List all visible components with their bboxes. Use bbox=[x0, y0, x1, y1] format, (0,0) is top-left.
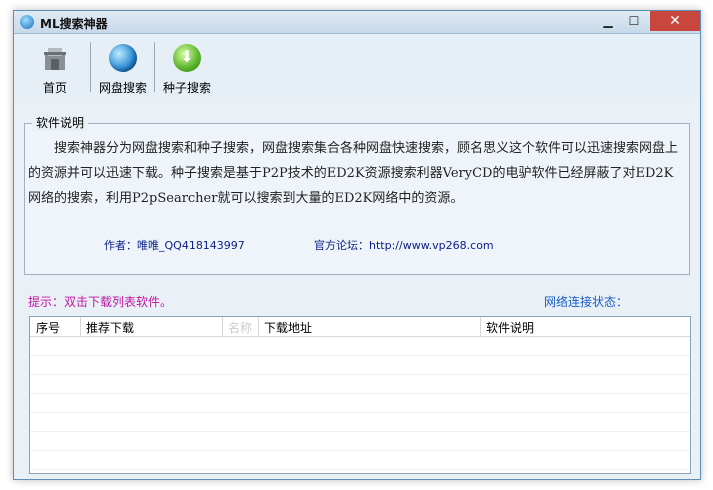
netdisk-search-label: 网盘搜索 bbox=[98, 81, 147, 95]
home-button[interactable]: 首页 bbox=[24, 40, 86, 96]
column-divider[interactable] bbox=[80, 317, 81, 336]
title-bar[interactable]: ML搜索神器 ▁ ☐ ✕ bbox=[14, 11, 700, 34]
row-gridline bbox=[30, 355, 690, 356]
home-label: 首页 bbox=[42, 81, 67, 95]
row-gridline bbox=[30, 469, 690, 470]
app-logo-icon bbox=[20, 15, 34, 29]
about-description: 搜索神器分为网盘搜索和种子搜索，网盘搜索集合各种网盘快速搜索，顾名思义这个软件可… bbox=[28, 141, 679, 206]
row-gridline bbox=[30, 412, 690, 413]
download-list[interactable]: 序号 推荐下载 名称 下载地址 软件说明 bbox=[29, 316, 691, 474]
globe-icon bbox=[109, 44, 137, 72]
author-value: 唯唯_QQ418143997 bbox=[137, 239, 245, 252]
column-header[interactable]: 软件说明 bbox=[486, 319, 534, 336]
netdisk-search-button[interactable]: 网盘搜索 bbox=[92, 40, 154, 96]
network-status-label: 网络连接状态： bbox=[544, 295, 629, 309]
toolbar-divider bbox=[154, 42, 155, 92]
column-header[interactable]: 推荐下载 bbox=[86, 319, 134, 336]
column-header[interactable]: 下载地址 bbox=[264, 319, 312, 336]
row-gridline bbox=[30, 393, 690, 394]
close-button[interactable]: ✕ bbox=[650, 11, 700, 31]
torrent-search-label: 种子搜索 bbox=[162, 81, 211, 95]
home-icon bbox=[44, 48, 66, 70]
row-gridline bbox=[30, 374, 690, 375]
column-header[interactable]: 序号 bbox=[36, 319, 60, 336]
toolbar: 首页 网盘搜索 种子搜索 bbox=[14, 34, 700, 98]
forum-info[interactable]: 官方论坛：http://www.vp268.com bbox=[314, 237, 494, 253]
list-header: 序号 推荐下载 名称 下载地址 软件说明 bbox=[30, 317, 690, 337]
row-gridline bbox=[30, 450, 690, 451]
about-group-title: 软件说明 bbox=[32, 114, 89, 131]
toolbar-divider bbox=[90, 42, 91, 92]
tip-text: 提示：双击下载列表软件。 bbox=[28, 295, 173, 309]
column-divider[interactable] bbox=[222, 317, 223, 336]
maximize-button[interactable]: ☐ bbox=[622, 11, 646, 31]
author-label: 作者： bbox=[104, 239, 137, 252]
main-window: ML搜索神器 ▁ ☐ ✕ 首页 网盘搜索 种子搜索 软件说明 搜索神器分为网盘搜… bbox=[13, 10, 701, 480]
column-divider[interactable] bbox=[480, 317, 481, 336]
column-header[interactable]: 名称 bbox=[228, 319, 252, 336]
forum-link[interactable]: http://www.vp268.com bbox=[369, 239, 494, 252]
window-title: ML搜索神器 bbox=[40, 17, 108, 31]
author-info: 作者：唯唯_QQ418143997 bbox=[104, 237, 245, 253]
download-arrow-icon bbox=[173, 44, 201, 72]
row-gridline bbox=[30, 431, 690, 432]
torrent-search-button[interactable]: 种子搜索 bbox=[156, 40, 218, 96]
minimize-button[interactable]: ▁ bbox=[596, 11, 620, 31]
column-divider[interactable] bbox=[258, 317, 259, 336]
forum-label: 官方论坛： bbox=[314, 239, 369, 252]
